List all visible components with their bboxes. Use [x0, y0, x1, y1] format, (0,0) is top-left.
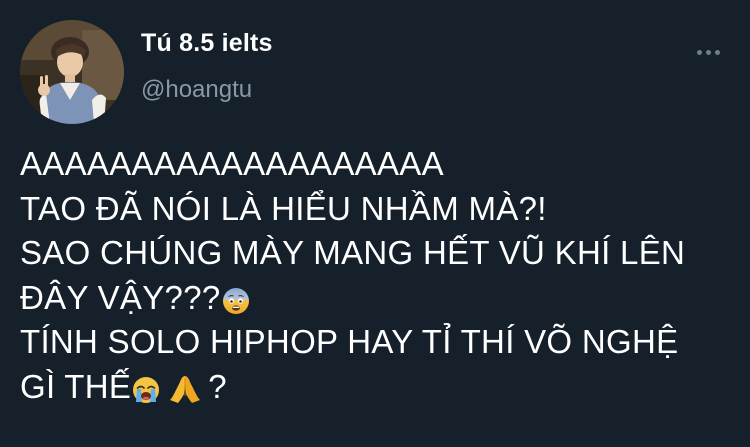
tweet-text-line: TAO ĐÃ NÓI LÀ HIỂU NHẦM MÀ?!: [20, 189, 547, 227]
tweet-text-line-with-emoji: GÌ THẾ ?: [20, 365, 740, 410]
more-options-icon-dot: [705, 49, 711, 55]
author-handle[interactable]: @hoangtu: [141, 76, 252, 104]
tweet-text-line: GÌ THẾ: [20, 367, 132, 405]
tweet-text-line: SAO CHÚNG MÀY MANG HẾT VŨ KHÍ LÊN: [20, 234, 686, 271]
folded-hands-emoji-icon: [168, 374, 202, 404]
more-options-icon-dot: [714, 49, 720, 55]
tweet-text-line-with-emoji: ĐÂY VẬY???: [20, 276, 740, 321]
avatar[interactable]: [20, 20, 124, 124]
author-display-name[interactable]: Tú 8.5 ielts: [141, 29, 273, 58]
more-options-icon: [696, 49, 702, 55]
fearful-face-emoji-icon: [222, 287, 250, 315]
tweet-text-line: ĐÂY VẬY???: [20, 278, 221, 316]
tweet-text-line: AAAAAAAAAAAAAAAAAAA: [20, 145, 444, 182]
tweet-text: AAAAAAAAAAAAAAAAAAA TAO ĐÃ NÓI LÀ HIỂU N…: [20, 142, 740, 409]
loudly-crying-face-emoji-icon: [132, 376, 160, 404]
tweet-text-tail: ?: [208, 367, 227, 405]
profile-photo-icon: [20, 20, 124, 124]
tweet-text-line: TÍNH SOLO HIPHOP HAY TỈ THÍ VÕ NGHỆ: [20, 323, 679, 360]
more-options-button[interactable]: [688, 40, 728, 64]
tweet-card: Tú 8.5 ielts @hoangtu AAAAAAAAAAAAAAAAAA…: [0, 0, 750, 447]
